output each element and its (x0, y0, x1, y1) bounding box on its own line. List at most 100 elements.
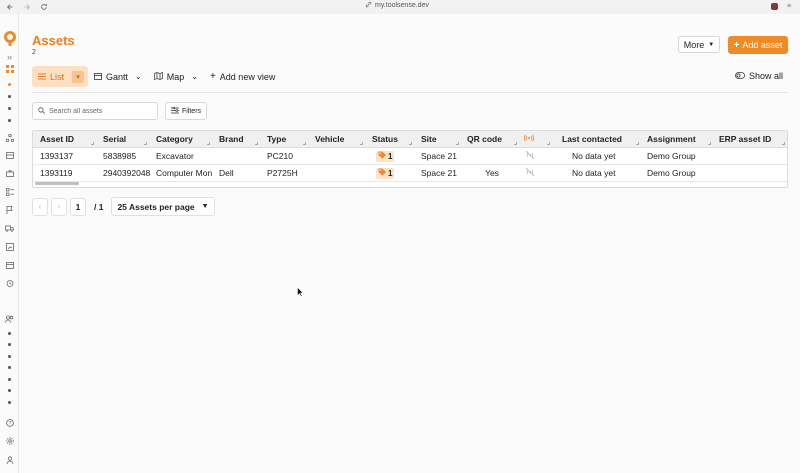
back-icon[interactable] (3, 1, 17, 13)
nav-dot[interactable] (0, 366, 19, 369)
search-input[interactable] (49, 107, 149, 115)
help-icon[interactable]: ? (0, 419, 19, 427)
cell-status[interactable]: 1 (376, 165, 416, 181)
tab-list[interactable]: List ▾ (32, 66, 89, 87)
network-icon[interactable] (0, 134, 19, 142)
nav-dot[interactable] (0, 343, 19, 346)
nav-dot[interactable] (0, 355, 19, 358)
column-header-assignment[interactable]: Assignment (647, 131, 696, 148)
cell-qr-code: Yes (485, 168, 499, 178)
cell-erp-asset-id (719, 165, 785, 181)
flag-icon[interactable] (0, 206, 19, 214)
nav-dot[interactable] (0, 401, 19, 404)
resize-handle[interactable] (514, 142, 517, 145)
chevron-right-icon[interactable]: › (51, 197, 67, 216)
add-new-view-button[interactable]: + Add new view (204, 66, 281, 87)
list-view-dropdown[interactable]: ▾ (72, 70, 85, 83)
tab-map[interactable]: Map ⌄ (148, 66, 204, 87)
resize-handle[interactable] (303, 142, 306, 145)
toolbox-icon[interactable] (0, 170, 19, 177)
truck-icon[interactable] (0, 225, 19, 232)
extension-icon[interactable] (771, 3, 778, 10)
column-header-asset-id[interactable]: Asset ID (40, 131, 74, 148)
filters-button[interactable]: Filters (165, 102, 207, 120)
nav-dot[interactable] (0, 332, 19, 335)
resize-handle[interactable] (255, 142, 258, 145)
resize-handle[interactable] (456, 142, 459, 145)
resize-handle[interactable] (782, 142, 785, 145)
cell-status[interactable]: 1 (376, 148, 416, 164)
tab-list-label: List (50, 71, 65, 82)
reload-icon[interactable] (37, 1, 51, 13)
column-header-last-contacted[interactable]: Last contacted (562, 131, 622, 148)
resize-handle[interactable] (636, 142, 639, 145)
browser-toolbar: my.toolsense.dev ≡ (0, 0, 800, 14)
add-asset-button[interactable]: + Add asset (728, 36, 788, 54)
table-row[interactable]: 1393137 5838985 Excavator PC210 1 Space … (33, 148, 787, 165)
nav-dot-active[interactable] (0, 83, 19, 86)
nav-dot[interactable] (0, 378, 19, 381)
checklist-icon[interactable] (0, 188, 19, 196)
column-header-vehicle[interactable]: Vehicle (315, 131, 344, 148)
nav-dot[interactable] (0, 95, 19, 98)
resize-handle[interactable] (409, 142, 412, 145)
menu-icon[interactable]: ≡ (787, 3, 794, 10)
cell-last-contacted: No data yet (572, 151, 616, 161)
app-window: » ? Assets 2 More ▼ + Add asset List ▾ G… (0, 14, 800, 473)
column-header-type[interactable]: Type (267, 131, 286, 148)
column-header-site[interactable]: Site (421, 131, 437, 148)
column-header-qr-code[interactable]: QR code (467, 131, 502, 148)
add-view-label: Add new view (219, 71, 276, 82)
column-header-category[interactable]: Category (156, 131, 193, 148)
chart-icon[interactable] (0, 243, 19, 251)
page-number-input[interactable]: 1 (70, 197, 86, 216)
no-signal-icon (525, 150, 535, 161)
horizontal-scrollbar[interactable] (35, 182, 79, 185)
alarm-icon[interactable] (0, 279, 19, 287)
per-page-select[interactable]: 25 Assets per page ▼ (111, 197, 215, 216)
calendar-check-icon[interactable] (0, 261, 19, 269)
signal-icon (523, 134, 535, 144)
column-header-status[interactable]: Status (372, 131, 398, 148)
nav-dot[interactable] (0, 389, 19, 392)
address-bar[interactable]: my.toolsense.dev (365, 1, 429, 10)
page-total: / 1 (94, 201, 104, 212)
filter-icon (170, 106, 179, 116)
show-all-label: Show all (749, 71, 784, 81)
card-icon[interactable] (0, 152, 19, 159)
assets-nav-icon[interactable] (0, 65, 19, 73)
chevron-left-icon[interactable]: ‹ (32, 197, 48, 216)
column-header-erp-asset-id[interactable]: ERP asset ID (719, 131, 771, 148)
resize-handle[interactable] (547, 142, 550, 145)
column-header-signal[interactable] (523, 131, 535, 148)
nav-dot[interactable] (0, 119, 19, 122)
resize-handle[interactable] (91, 142, 94, 145)
cell-vehicle (315, 165, 365, 181)
forward-icon[interactable] (20, 1, 34, 13)
column-header-serial[interactable]: Serial (103, 131, 126, 148)
users-icon[interactable] (0, 315, 19, 323)
table-header: Asset ID Serial Category Brand Type Vehi… (33, 131, 787, 148)
resize-handle[interactable] (207, 142, 210, 145)
search-box[interactable] (32, 102, 158, 120)
more-button[interactable]: More ▼ (678, 36, 720, 53)
status-badge[interactable]: 1 (376, 168, 395, 180)
gear-icon[interactable] (0, 437, 19, 445)
profile-icon[interactable] (0, 456, 19, 464)
show-all-button[interactable]: Show all (735, 71, 783, 81)
chevron-down-icon[interactable]: ⌄ (191, 72, 198, 81)
column-header-brand[interactable]: Brand (219, 131, 244, 148)
resize-handle[interactable] (708, 142, 711, 145)
resize-handle[interactable] (360, 142, 363, 145)
status-badge[interactable]: 1 (376, 151, 395, 163)
table-row[interactable]: 1393119 2940392048 Computer Mon Dell P27… (33, 165, 787, 182)
nav-dot[interactable] (0, 107, 19, 110)
expand-sidebar-icon[interactable]: » (0, 52, 19, 62)
mouse-cursor-icon (297, 286, 304, 299)
logo-icon[interactable] (0, 30, 19, 47)
tab-gantt[interactable]: Gantt ⌄ (88, 66, 148, 87)
page-title: Assets (32, 33, 75, 48)
chevron-down-icon[interactable]: ⌄ (135, 72, 142, 81)
map-icon (153, 71, 163, 82)
resize-handle[interactable] (144, 142, 147, 145)
